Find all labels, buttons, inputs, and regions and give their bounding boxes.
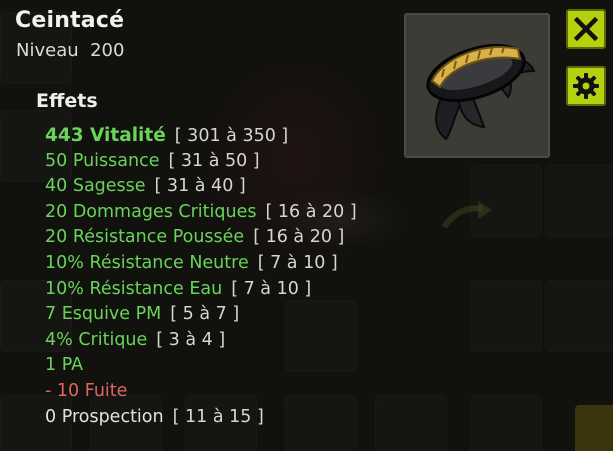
effect-label: 10% Résistance Eau xyxy=(45,278,223,299)
effect-range: [ 5 à 7 ] xyxy=(170,304,240,325)
gear-icon xyxy=(573,73,599,99)
settings-button[interactable] xyxy=(566,66,606,106)
item-level: Niveau 200 xyxy=(16,40,124,61)
effect-label: 1 PA xyxy=(45,355,84,376)
effect-label: 10% Résistance Neutre xyxy=(45,252,249,273)
effect-range: [ 3 à 4 ] xyxy=(156,329,226,350)
effect-row: 10% Résistance Neutre [ 7 à 10 ] xyxy=(45,251,357,277)
effect-range: [ 301 à 350 ] xyxy=(174,126,289,146)
effect-range: [ 31 à 40 ] xyxy=(154,176,246,197)
level-label: Niveau xyxy=(16,40,79,61)
level-value: 200 xyxy=(90,40,125,61)
effect-row: 20 Dommages Critiques [ 16 à 20 ] xyxy=(45,200,357,226)
effects-heading: Effets xyxy=(36,90,98,112)
effect-label: 4% Critique xyxy=(45,329,148,350)
effect-row: 1 PA xyxy=(45,353,357,379)
effect-row: 20 Résistance Poussée [ 16 à 20 ] xyxy=(45,225,357,251)
effect-range: [ 16 à 20 ] xyxy=(253,227,345,248)
effect-row: 40 Sagesse [ 31 à 40 ] xyxy=(45,174,357,200)
effect-label: 20 Résistance Poussée xyxy=(45,227,245,248)
item-name: Ceintacé xyxy=(15,8,125,33)
effect-range: [ 7 à 10 ] xyxy=(257,252,338,273)
effect-row: 50 Puissance [ 31 à 50 ] xyxy=(45,149,357,175)
close-x-icon xyxy=(573,16,599,42)
close-button[interactable] xyxy=(566,9,606,49)
effect-label: 7 Esquive PM xyxy=(45,304,162,325)
effect-range: [ 31 à 50 ] xyxy=(168,150,260,171)
effect-label: - 10 Fuite xyxy=(45,380,128,401)
effect-range: [ 16 à 20 ] xyxy=(265,201,357,222)
item-image-frame xyxy=(404,13,550,158)
effect-label: 443 Vitalité xyxy=(45,125,166,146)
effect-row: 443 Vitalité [ 301 à 350 ] xyxy=(45,123,357,149)
effect-range: [ 11 à 15 ] xyxy=(172,406,264,427)
effect-label: 50 Puissance xyxy=(45,150,160,171)
effect-range: [ 7 à 10 ] xyxy=(231,278,312,299)
belt-item-icon xyxy=(426,43,536,141)
effects-list: 443 Vitalité [ 301 à 350 ] 50 Puissance [ … xyxy=(45,123,357,430)
effect-row: - 10 Fuite xyxy=(45,379,357,405)
effect-row: 4% Critique [ 3 à 4 ] xyxy=(45,328,357,354)
effect-row: 0 Prospection [ 11 à 15 ] xyxy=(45,405,357,431)
effect-label: 20 Dommages Critiques xyxy=(45,201,257,222)
effect-label: 40 Sagesse xyxy=(45,176,146,197)
effect-label: 0 Prospection xyxy=(45,406,164,427)
effect-row: 7 Esquive PM [ 5 à 7 ] xyxy=(45,302,357,328)
effect-row: 10% Résistance Eau [ 7 à 10 ] xyxy=(45,277,357,303)
